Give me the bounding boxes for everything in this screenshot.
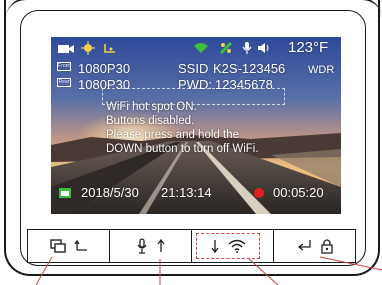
callout-line-1 <box>35 256 53 285</box>
callout-line-3 <box>247 257 279 285</box>
callout-lines <box>35 256 382 285</box>
callout-line-4 <box>319 256 382 271</box>
